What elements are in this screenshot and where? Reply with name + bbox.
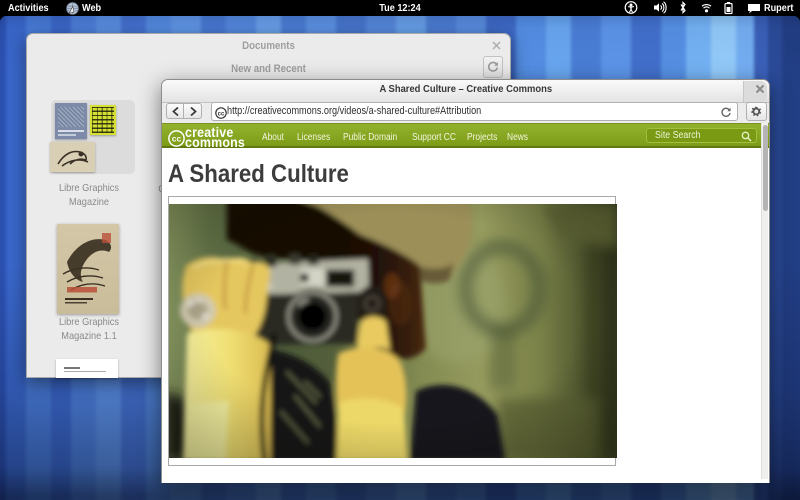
svg-text:cc: cc [218,111,225,117]
svg-text:cc: cc [172,133,182,143]
